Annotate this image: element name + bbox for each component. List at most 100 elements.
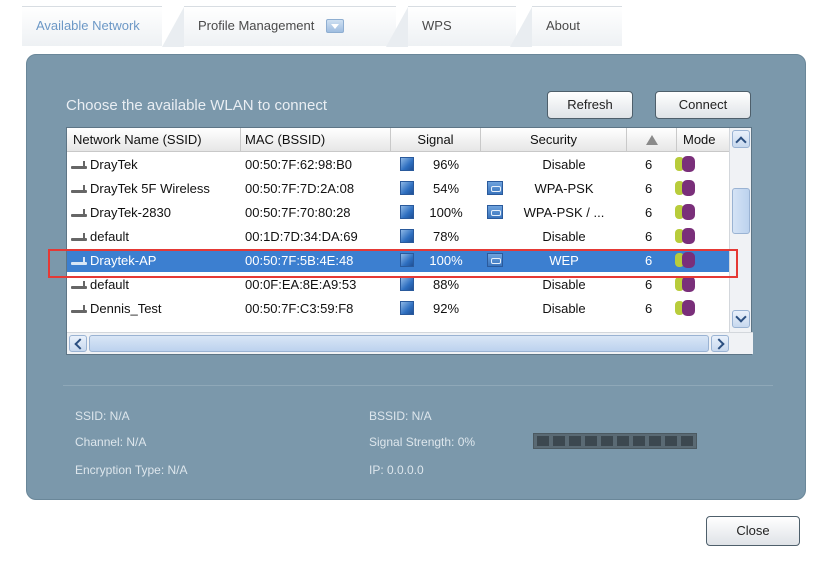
key-icon bbox=[487, 201, 503, 224]
panel-title: Choose the available WLAN to connect bbox=[66, 97, 327, 114]
scroll-right-button[interactable] bbox=[711, 335, 729, 352]
mac-cell: 00:50:7F:62:98:B0 bbox=[245, 157, 352, 172]
access-point-icon bbox=[71, 160, 89, 169]
network-row[interactable]: default 00:1D:7D:34:DA:69 78% Disable 6 bbox=[67, 225, 729, 248]
key-icon bbox=[487, 177, 503, 200]
scroll-up-button[interactable] bbox=[732, 130, 750, 148]
column-header-ssid[interactable]: Network Name (SSID) bbox=[67, 128, 241, 152]
signal-segment bbox=[553, 436, 565, 446]
signal-segment bbox=[681, 436, 693, 446]
tab-about[interactable]: About bbox=[510, 6, 622, 47]
connect-button[interactable]: Connect bbox=[655, 91, 751, 119]
mode-icon bbox=[675, 177, 705, 200]
mac-cell: 00:1D:7D:34:DA:69 bbox=[245, 229, 358, 244]
channel-cell: 6 bbox=[645, 229, 653, 244]
ssid-cell: default bbox=[71, 273, 241, 296]
mode-icon bbox=[675, 273, 705, 296]
access-point-icon bbox=[71, 232, 89, 241]
tab-label: WPS bbox=[422, 18, 452, 33]
signal-segment bbox=[585, 436, 597, 446]
info-channel: Channel: N/A bbox=[75, 435, 147, 449]
tab-bar: Available Network Profile Management WPS… bbox=[22, 6, 622, 48]
vertical-scroll-thumb[interactable] bbox=[732, 188, 750, 234]
ssid-text: default bbox=[90, 229, 130, 244]
column-header-mac[interactable]: MAC (BSSID) bbox=[241, 128, 391, 152]
refresh-button[interactable]: Refresh bbox=[547, 91, 633, 119]
access-point-icon bbox=[71, 280, 89, 289]
chevron-down-icon bbox=[735, 311, 747, 323]
channel-cell: 6 bbox=[645, 301, 653, 316]
network-row[interactable]: Dennis_Test 00:50:7F:C3:59:F8 92% Disable 6 bbox=[67, 297, 729, 320]
column-header-mode[interactable]: Mode bbox=[677, 128, 729, 152]
signal-icon bbox=[400, 225, 414, 248]
security-cell: WEP bbox=[549, 253, 579, 268]
scroll-down-button[interactable] bbox=[732, 310, 750, 328]
ssid-cell: DrayTek bbox=[71, 153, 241, 176]
mode-icon bbox=[675, 297, 705, 320]
close-button[interactable]: Close bbox=[706, 516, 800, 546]
mode-icon bbox=[675, 225, 705, 248]
access-point-icon bbox=[71, 208, 89, 217]
mode-icon bbox=[675, 201, 705, 224]
network-row[interactable]: DrayTek 5F Wireless 00:50:7F:7D:2A:08 54% W… bbox=[67, 177, 729, 200]
column-header-channel[interactable] bbox=[627, 128, 677, 152]
signal-icon bbox=[400, 153, 414, 176]
security-cell: Disable bbox=[542, 157, 586, 172]
chevron-right-icon bbox=[713, 338, 725, 350]
access-point-icon bbox=[71, 304, 89, 313]
info-encryption: Encryption Type: N/A bbox=[75, 463, 188, 477]
ssid-text: DrayTek 5F Wireless bbox=[90, 181, 210, 196]
security-cell: Disable bbox=[542, 277, 586, 292]
chevron-down-icon[interactable] bbox=[325, 18, 344, 33]
network-row[interactable]: Draytek-AP 00:50:7F:5B:4E:48 100% WEP 6 bbox=[67, 249, 729, 272]
network-row[interactable]: DrayTek 00:50:7F:62:98:B0 96% Disable 6 bbox=[67, 153, 729, 176]
signal-cell: 96% bbox=[432, 157, 460, 172]
ssid-text: Draytek-AP bbox=[90, 253, 157, 268]
tab-profile-management[interactable]: Profile Management bbox=[162, 6, 396, 47]
ssid-cell: DrayTek-2830 bbox=[71, 201, 241, 224]
network-list[interactable]: Network Name (SSID) MAC (BSSID) Signal S… bbox=[66, 127, 753, 355]
tab-available-network[interactable]: Available Network bbox=[22, 6, 162, 46]
signal-segment bbox=[569, 436, 581, 446]
sort-ascending-icon bbox=[646, 135, 658, 145]
mac-cell: 00:50:7F:7D:2A:08 bbox=[245, 181, 355, 196]
signal-segment bbox=[649, 436, 661, 446]
vertical-scrollbar[interactable] bbox=[729, 128, 751, 332]
list-header: Network Name (SSID) MAC (BSSID) Signal S… bbox=[67, 128, 729, 152]
ssid-text: Dennis_Test bbox=[90, 301, 162, 316]
ssid-cell: Draytek-AP bbox=[71, 249, 241, 272]
signal-segment bbox=[665, 436, 677, 446]
signal-cell: 100% bbox=[429, 205, 463, 220]
chevron-up-icon bbox=[735, 136, 747, 148]
info-bssid: BSSID: N/A bbox=[369, 409, 432, 423]
ssid-text: DrayTek-2830 bbox=[90, 205, 171, 220]
security-cell: Disable bbox=[542, 301, 586, 316]
scroll-left-button[interactable] bbox=[69, 335, 87, 352]
channel-cell: 6 bbox=[645, 157, 653, 172]
column-header-security[interactable]: Security bbox=[481, 128, 627, 152]
network-rows: DrayTek 00:50:7F:62:98:B0 96% Disable 6 DrayT… bbox=[67, 153, 729, 327]
signal-icon bbox=[400, 201, 414, 224]
ssid-cell: DrayTek 5F Wireless bbox=[71, 177, 241, 200]
signal-icon bbox=[400, 297, 414, 320]
security-cell: WPA-PSK bbox=[534, 181, 594, 196]
column-header-signal[interactable]: Signal bbox=[391, 128, 481, 152]
network-row[interactable]: DrayTek-2830 00:50:7F:70:80:28 100% WPA-PSK… bbox=[67, 201, 729, 224]
channel-cell: 6 bbox=[645, 205, 653, 220]
network-row[interactable]: default 00:0F:EA:8E:A9:53 88% Disable 6 bbox=[67, 273, 729, 296]
signal-cell: 78% bbox=[432, 229, 460, 244]
channel-cell: 6 bbox=[645, 253, 653, 268]
security-cell: Disable bbox=[542, 229, 586, 244]
signal-icon bbox=[400, 273, 414, 296]
signal-cell: 92% bbox=[432, 301, 460, 316]
horizontal-scrollbar[interactable] bbox=[67, 332, 753, 354]
tab-wps[interactable]: WPS bbox=[386, 6, 516, 47]
horizontal-scroll-thumb[interactable] bbox=[89, 335, 709, 352]
ssid-cell: default bbox=[71, 225, 241, 248]
signal-segment bbox=[537, 436, 549, 446]
access-point-icon bbox=[71, 184, 89, 193]
signal-icon bbox=[400, 177, 414, 200]
signal-strength-bar bbox=[533, 433, 697, 449]
info-ip: IP: 0.0.0.0 bbox=[369, 463, 424, 477]
signal-segment bbox=[601, 436, 613, 446]
